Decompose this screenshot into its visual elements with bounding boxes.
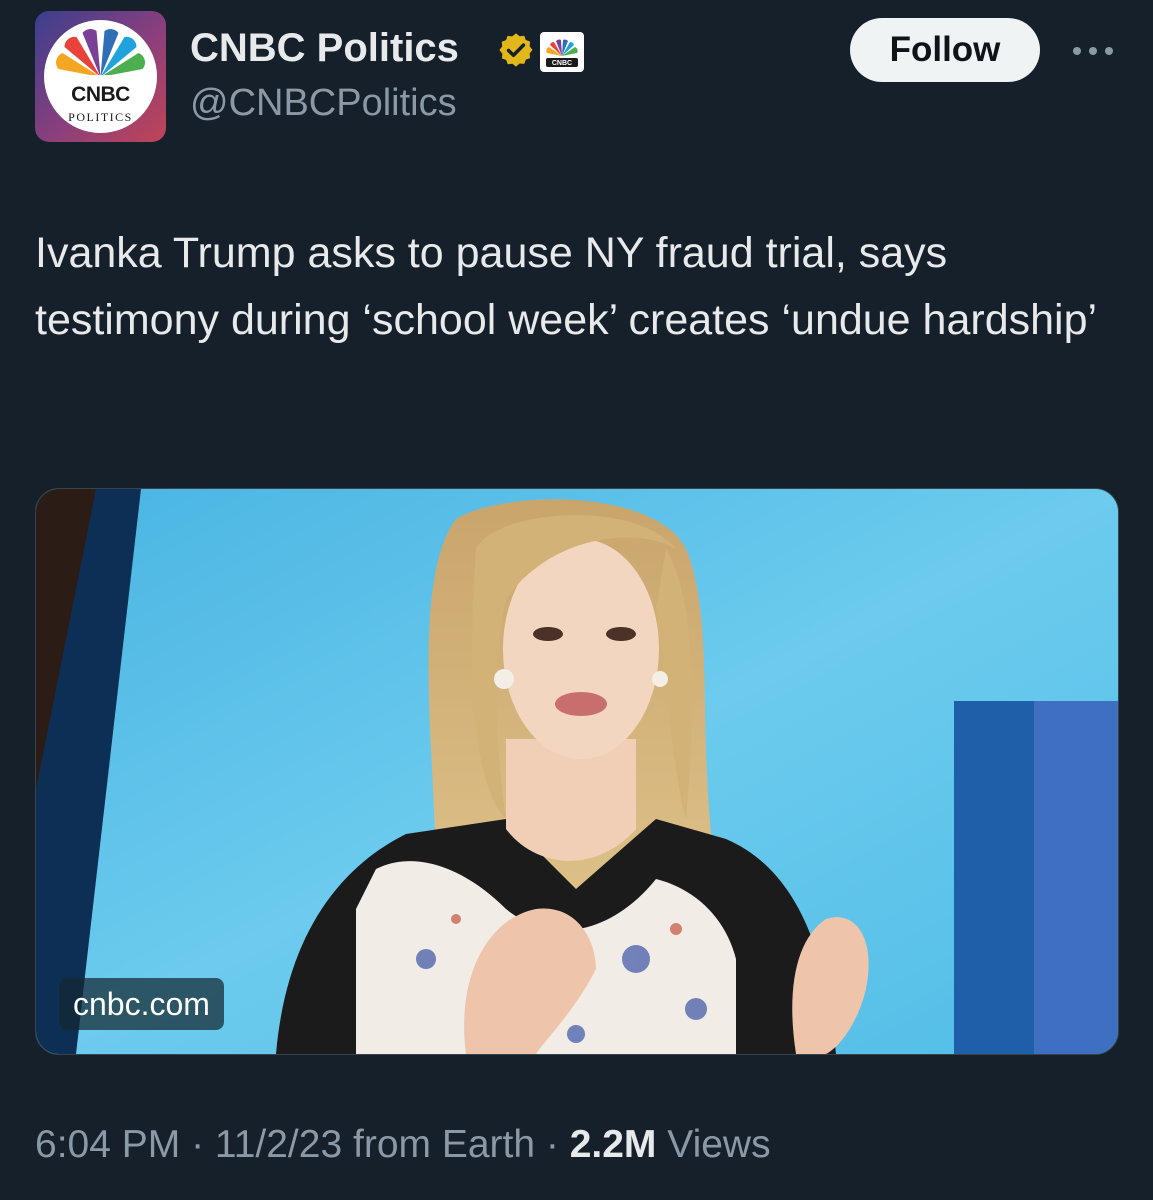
user-handle[interactable]: @CNBCPolitics [190, 82, 457, 125]
follow-button[interactable]: Follow [850, 18, 1040, 82]
tweet-source: from Earth [342, 1123, 536, 1166]
tweet-date[interactable]: 11/2/23 [215, 1123, 342, 1166]
views-label: Views [656, 1123, 771, 1166]
article-image [36, 489, 1118, 1054]
meta-separator: · [535, 1123, 570, 1166]
affiliate-peacock-icon: CNBC [546, 39, 578, 67]
link-card[interactable]: cnbc.com [35, 488, 1119, 1055]
affiliate-badge[interactable]: CNBC [540, 32, 584, 72]
avatar-sub-text: POLITICS [68, 110, 133, 124]
tweet-meta: 6:04 PM · 11/2/23 from Earth · 2.2M View… [35, 1123, 771, 1167]
display-name[interactable]: CNBC Politics [190, 26, 459, 71]
tweet-text: Ivanka Trump asks to pause NY fraud tria… [35, 229, 1098, 344]
views-count: 2.2M [569, 1123, 657, 1166]
tweet-view: CNBC POLITICS CNBC Politics CNBC @CNBCPo… [0, 0, 1153, 1200]
ellipsis-icon[interactable] [1068, 36, 1118, 66]
avatar-brand-text: CNBC [71, 83, 130, 106]
avatar[interactable]: CNBC POLITICS [35, 11, 166, 142]
affiliate-badge-text: CNBC [552, 60, 572, 67]
meta-separator: · [180, 1123, 215, 1166]
card-domain-label[interactable]: cnbc.com [59, 978, 224, 1030]
tweet-time[interactable]: 6:04 PM [35, 1123, 180, 1166]
verified-badge-icon [499, 33, 533, 67]
